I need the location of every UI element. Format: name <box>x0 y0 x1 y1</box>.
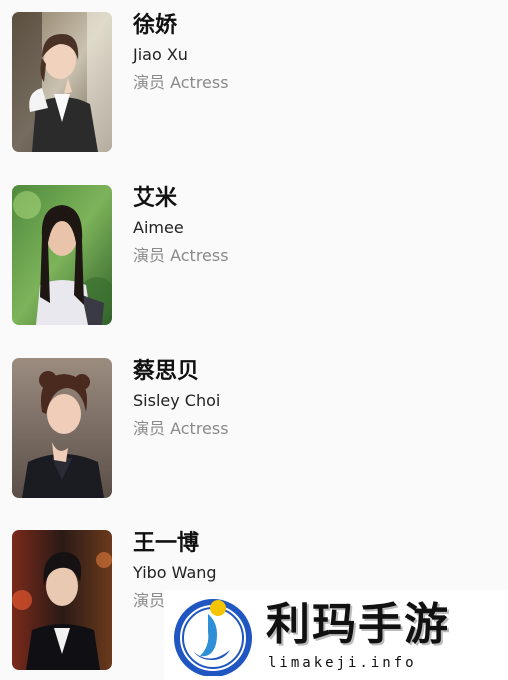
watermark-title: 利玛手游 <box>266 599 450 650</box>
watermark-banner: 利玛手游 limakeji.info <box>164 590 508 680</box>
cast-role: 演员 Actress <box>133 419 229 438</box>
cast-name-en: Aimee <box>133 218 184 237</box>
cast-name-zh: 蔡思贝 <box>133 359 200 384</box>
lima-logo-icon <box>170 594 256 680</box>
cast-name-en: Yibo Wang <box>133 563 217 582</box>
cast-role: 演员 Actress <box>133 73 229 92</box>
cast-name-en: Sisley Choi <box>133 391 221 410</box>
cast-item[interactable]: 艾米 Aimee 演员 Actress <box>0 173 508 325</box>
cast-role: 演员 <box>133 591 166 610</box>
watermark-domain: limakeji.info <box>268 655 417 671</box>
cast-name-zh: 徐娇 <box>133 13 178 38</box>
cast-role: 演员 Actress <box>133 246 229 265</box>
cast-photo[interactable] <box>12 530 112 670</box>
cast-item[interactable]: 蔡思贝 Sisley Choi 演员 Actress <box>0 346 508 498</box>
cast-photo[interactable] <box>12 185 112 325</box>
cast-photo[interactable] <box>12 12 112 152</box>
cast-name-zh: 王一博 <box>133 531 200 556</box>
cast-item[interactable]: 徐娇 Jiao Xu 演员 Actress <box>0 0 508 152</box>
cast-name-zh: 艾米 <box>133 186 178 211</box>
cast-list: 徐娇 Jiao Xu 演员 Actress 艾米 Aimee 演员 Actres… <box>0 0 508 680</box>
cast-photo[interactable] <box>12 358 112 498</box>
cast-name-en: Jiao Xu <box>133 45 188 64</box>
